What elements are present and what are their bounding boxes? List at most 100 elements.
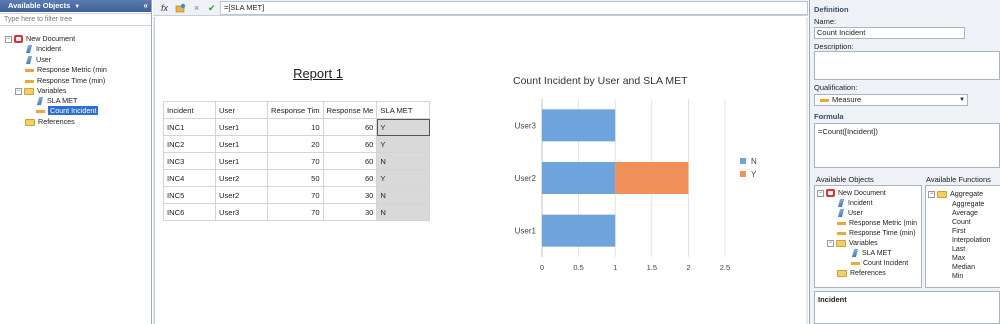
formula-editor[interactable]: =Count([Incident]) — [814, 123, 1000, 168]
table-cell[interactable]: Y — [376, 135, 431, 153]
table-cell[interactable]: User1 — [215, 118, 268, 136]
report-page: Report 1 Incident User Response Tim Resp… — [154, 17, 806, 324]
tree-node-count-incident[interactable]: Count Incident — [851, 259, 908, 269]
tree-node-response-metric[interactable]: Response Metric (min — [837, 219, 917, 229]
table-cell[interactable]: N — [376, 203, 431, 221]
tree-node-variables[interactable]: − Variables — [827, 239, 878, 249]
function-item[interactable]: Average — [952, 210, 978, 217]
tree-label: User — [36, 55, 52, 64]
collapse-toggle-icon[interactable]: − — [5, 35, 12, 43]
table-cell[interactable]: INC4 — [163, 169, 216, 187]
table-cell[interactable]: 70 — [267, 186, 324, 204]
tree-node-user[interactable]: User — [837, 209, 863, 219]
table-cell[interactable]: 60 — [322, 169, 378, 187]
available-functions-tree[interactable]: − Aggregate Aggregate Average Count First… — [925, 185, 1000, 288]
variable-editor-icon[interactable] — [175, 3, 186, 15]
table-cell[interactable]: 20 — [267, 135, 324, 153]
table-cell[interactable]: INC3 — [163, 152, 216, 170]
table-cell[interactable]: N — [376, 152, 431, 170]
available-objects-tree[interactable]: − New Document Incident User Response Met… — [814, 185, 922, 288]
panel-title: Available Objects — [8, 1, 71, 10]
tree-node-response-metric[interactable]: Response Metric (min — [25, 65, 107, 75]
table-cell[interactable]: User2 — [215, 169, 268, 187]
tree-node-count-incident[interactable]: Count Incident — [36, 106, 99, 116]
collapse-toggle-icon[interactable]: − — [15, 87, 22, 95]
table-row: INC5 User2 70 30 N — [163, 186, 431, 204]
column-header[interactable]: Incident — [163, 101, 216, 119]
tree-node-incident[interactable]: Incident — [25, 44, 61, 54]
tree-node-sla-met[interactable]: SLA MET — [36, 96, 77, 106]
tree-label: New Document — [838, 190, 886, 197]
table-cell[interactable]: User3 — [215, 203, 268, 221]
cancel-formula-icon[interactable]: × — [194, 3, 199, 13]
column-header[interactable]: SLA MET — [376, 101, 431, 119]
function-item[interactable]: Aggregate — [952, 201, 984, 208]
table-cell[interactable]: 30 — [322, 186, 378, 204]
tree-node-sla-met[interactable]: SLA MET — [851, 249, 892, 259]
description-field[interactable] — [814, 51, 1000, 80]
collapse-toggle-icon[interactable]: − — [817, 189, 824, 197]
tree-node-new-document[interactable]: − New Document — [5, 34, 75, 44]
tree-node-references[interactable]: References — [25, 117, 75, 127]
stacked-bar-chart[interactable]: Count Incident by User and SLA MET 0 0.5 1 1… — [495, 72, 785, 287]
tree-node-variables[interactable]: − Variables — [15, 86, 66, 96]
function-item[interactable]: Interpolation — [952, 237, 991, 244]
tree-node-references[interactable]: References — [837, 269, 886, 279]
table-cell-selected[interactable]: Y — [376, 118, 431, 136]
function-item[interactable]: Min — [952, 273, 963, 280]
measure-icon — [25, 79, 34, 83]
validate-formula-icon[interactable]: ✔ — [208, 3, 216, 13]
table-cell[interactable]: 60 — [322, 135, 378, 153]
function-item[interactable]: First — [952, 228, 966, 235]
tree-node-user[interactable]: User — [25, 55, 51, 65]
table-cell[interactable]: User2 — [215, 186, 268, 204]
table-cell[interactable]: 70 — [267, 152, 324, 170]
collapse-panel-icon[interactable]: « — [144, 0, 148, 12]
table-cell[interactable]: User1 — [215, 152, 268, 170]
function-group-aggregate[interactable]: − Aggregate — [928, 189, 983, 199]
table-cell[interactable]: Y — [376, 169, 431, 187]
table-cell[interactable]: N — [376, 186, 431, 204]
qualification-select[interactable]: Measure ▼ — [814, 94, 968, 106]
tree-node-new-document[interactable]: − New Document — [817, 189, 886, 199]
function-help-box: Incident — [814, 291, 1000, 324]
table-cell[interactable]: 10 — [267, 118, 324, 136]
table-cell[interactable]: User1 — [215, 135, 268, 153]
table-cell[interactable]: INC2 — [163, 135, 216, 153]
table-cell[interactable]: INC6 — [163, 203, 216, 221]
formula-input[interactable]: =[SLA MET] — [220, 1, 808, 15]
collapse-toggle-icon[interactable]: − — [928, 190, 935, 198]
tree-node-incident[interactable]: Incident — [837, 199, 873, 209]
table-cell[interactable]: INC1 — [163, 118, 216, 136]
column-header[interactable]: Response Me — [322, 101, 378, 119]
y-category-label: User2 — [515, 174, 537, 183]
collapse-toggle-icon[interactable]: − — [827, 239, 834, 247]
document-icon — [826, 189, 835, 198]
folder-icon — [837, 269, 847, 277]
tree-label: Response Time (min) — [37, 76, 106, 85]
measure-icon — [25, 68, 34, 72]
function-item[interactable]: Last — [952, 246, 965, 253]
report-title[interactable]: Report 1 — [288, 66, 348, 81]
dropdown-arrow-icon[interactable]: ▼ — [74, 4, 80, 10]
table-cell[interactable]: INC5 — [163, 186, 216, 204]
tree-node-response-time[interactable]: Response Time (min) — [837, 229, 916, 239]
function-item[interactable]: Median — [952, 264, 975, 271]
x-tick-label: 0 — [540, 263, 544, 272]
table-cell[interactable]: 70 — [267, 203, 324, 221]
function-item[interactable]: Max — [952, 255, 965, 262]
report-table[interactable]: Incident User Response Tim Response Me S… — [163, 101, 431, 221]
table-cell[interactable]: 50 — [267, 169, 324, 187]
table-row: INC4 User2 50 60 Y — [163, 169, 431, 187]
filter-tree-input[interactable]: Type here to filter tree — [0, 13, 151, 26]
folder-icon — [25, 118, 35, 126]
name-field[interactable]: Count Incident — [814, 27, 965, 39]
column-header[interactable]: Response Tim — [267, 101, 324, 119]
function-item[interactable]: Count — [952, 219, 971, 226]
column-header[interactable]: User — [215, 101, 268, 119]
table-cell[interactable]: 60 — [322, 118, 378, 136]
table-cell[interactable]: 60 — [322, 152, 378, 170]
function-button[interactable]: fx — [161, 3, 168, 13]
table-cell[interactable]: 30 — [322, 203, 378, 221]
tree-node-response-time[interactable]: Response Time (min) — [25, 76, 105, 86]
